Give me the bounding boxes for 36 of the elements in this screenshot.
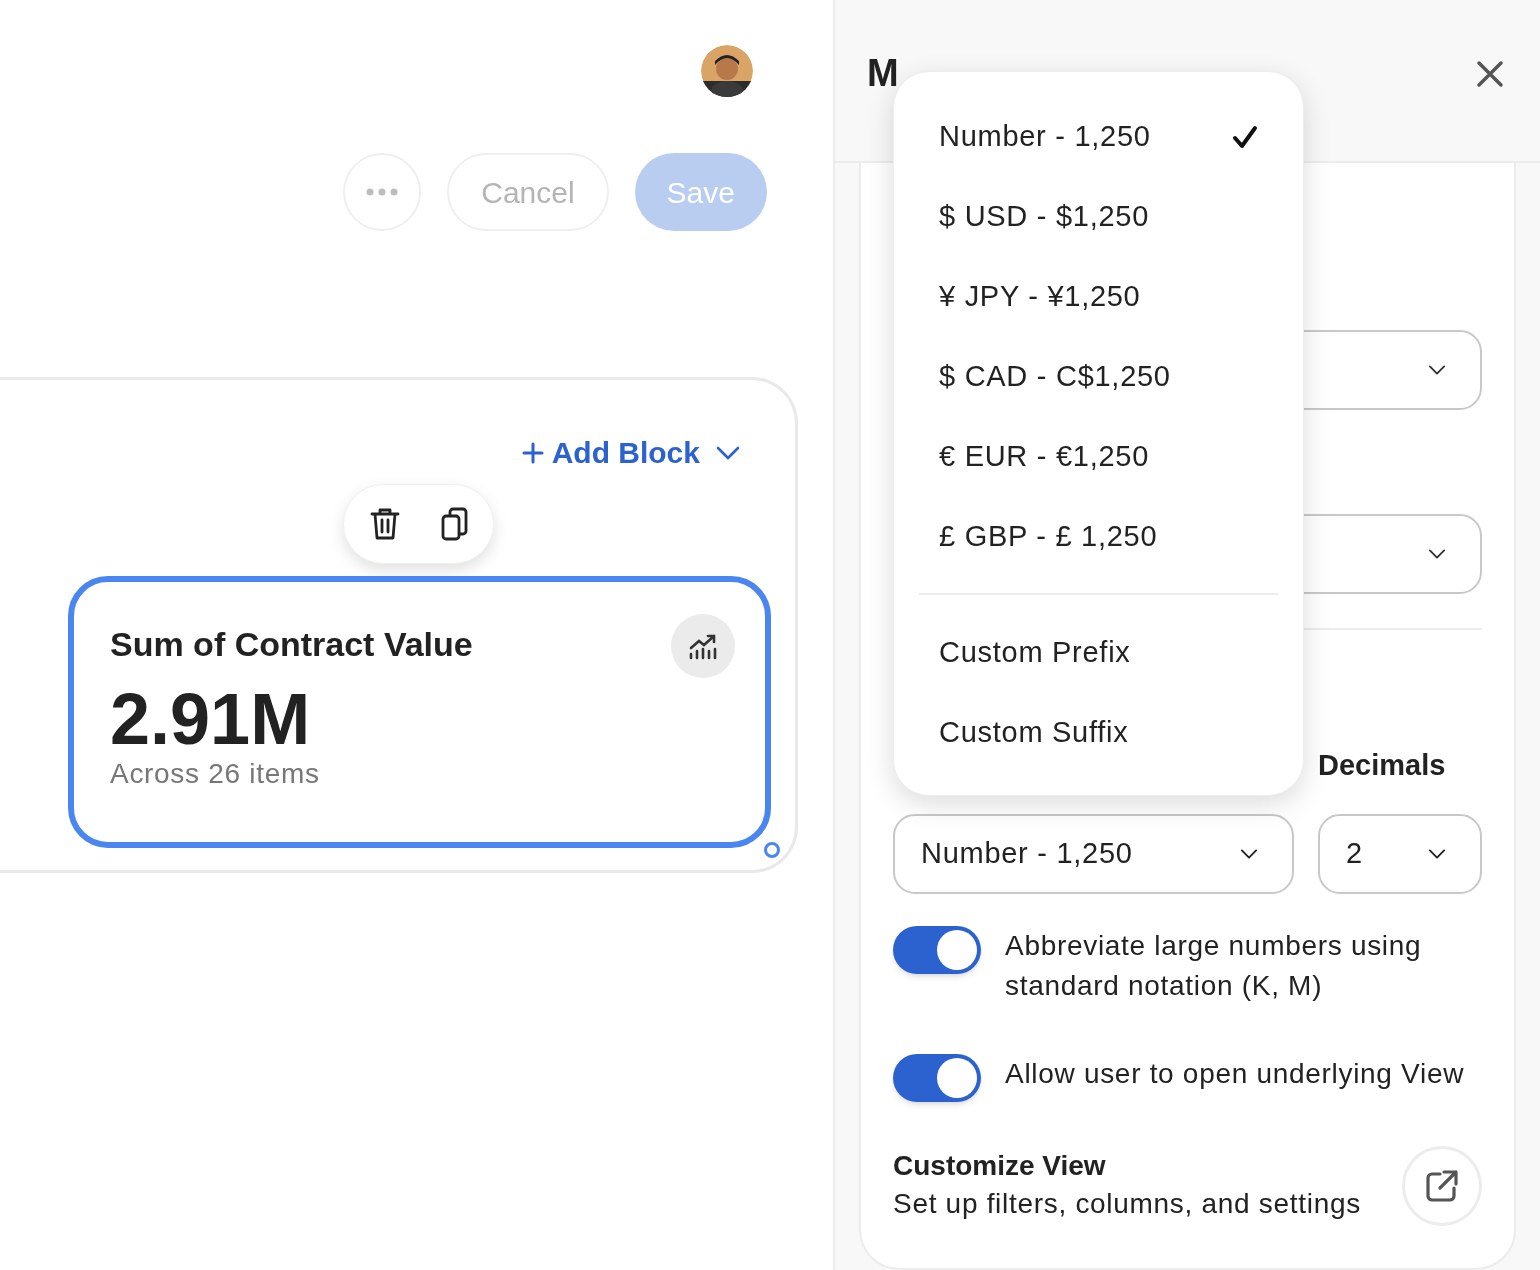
chevron-down-icon — [1428, 848, 1446, 859]
toggle-label: Abbreviate large numbers using standard notation (K, M) — [1005, 928, 1423, 1003]
menu-option[interactable]: £ GBP - £ 1,250 — [919, 497, 1278, 577]
customize-title: Customize View — [893, 1148, 1107, 1183]
menu-option[interactable]: $ USD - $1,250 — [919, 177, 1278, 257]
plus-icon — [521, 441, 544, 464]
chevron-down-icon — [1240, 848, 1258, 859]
add-block-button[interactable]: Add Block — [521, 430, 740, 475]
metric-card[interactable]: Sum of Contract Value 2.91M Across 26 items — [68, 576, 771, 848]
panel-title: M — [867, 51, 899, 96]
menu-option[interactable]: Custom Prefix — [919, 613, 1278, 693]
chevron-down-icon — [1428, 365, 1446, 375]
customize-subtitle: Set up filters, columns, and settings — [893, 1186, 1361, 1221]
card-title: Sum of Contract Value — [110, 624, 473, 664]
decimals-label: Decimals — [1318, 748, 1447, 783]
more-icon — [366, 188, 399, 196]
close-icon[interactable] — [1476, 59, 1504, 88]
format-select[interactable]: Number - 1,250 — [893, 813, 1294, 894]
decimals-select[interactable]: 2 — [1318, 813, 1482, 894]
toggle-switch[interactable] — [893, 925, 981, 974]
menu-option[interactable]: Custom Suffix — [919, 693, 1278, 773]
metric-value: 2.91M — [110, 680, 312, 758]
metric-caption: Across 26 items — [110, 758, 321, 790]
open-external-button[interactable] — [1402, 1145, 1482, 1226]
toggle-label: Allow user to open underlying View — [1005, 1056, 1465, 1091]
chevron-down-icon — [716, 445, 740, 460]
menu-option[interactable]: € EUR - €1,250 — [919, 417, 1278, 497]
toggle-switch[interactable] — [893, 1053, 981, 1102]
external-link-icon — [1424, 1167, 1460, 1204]
resize-handle[interactable] — [764, 842, 780, 858]
menu-option[interactable]: Number - 1,250 — [919, 97, 1278, 177]
trash-icon[interactable] — [368, 507, 401, 541]
copy-icon[interactable] — [440, 507, 469, 541]
chevron-down-icon — [1428, 549, 1446, 559]
menu-option[interactable]: ¥ JPY - ¥1,250 — [919, 257, 1278, 337]
menu-option[interactable]: $ CAD - C$1,250 — [919, 337, 1278, 417]
